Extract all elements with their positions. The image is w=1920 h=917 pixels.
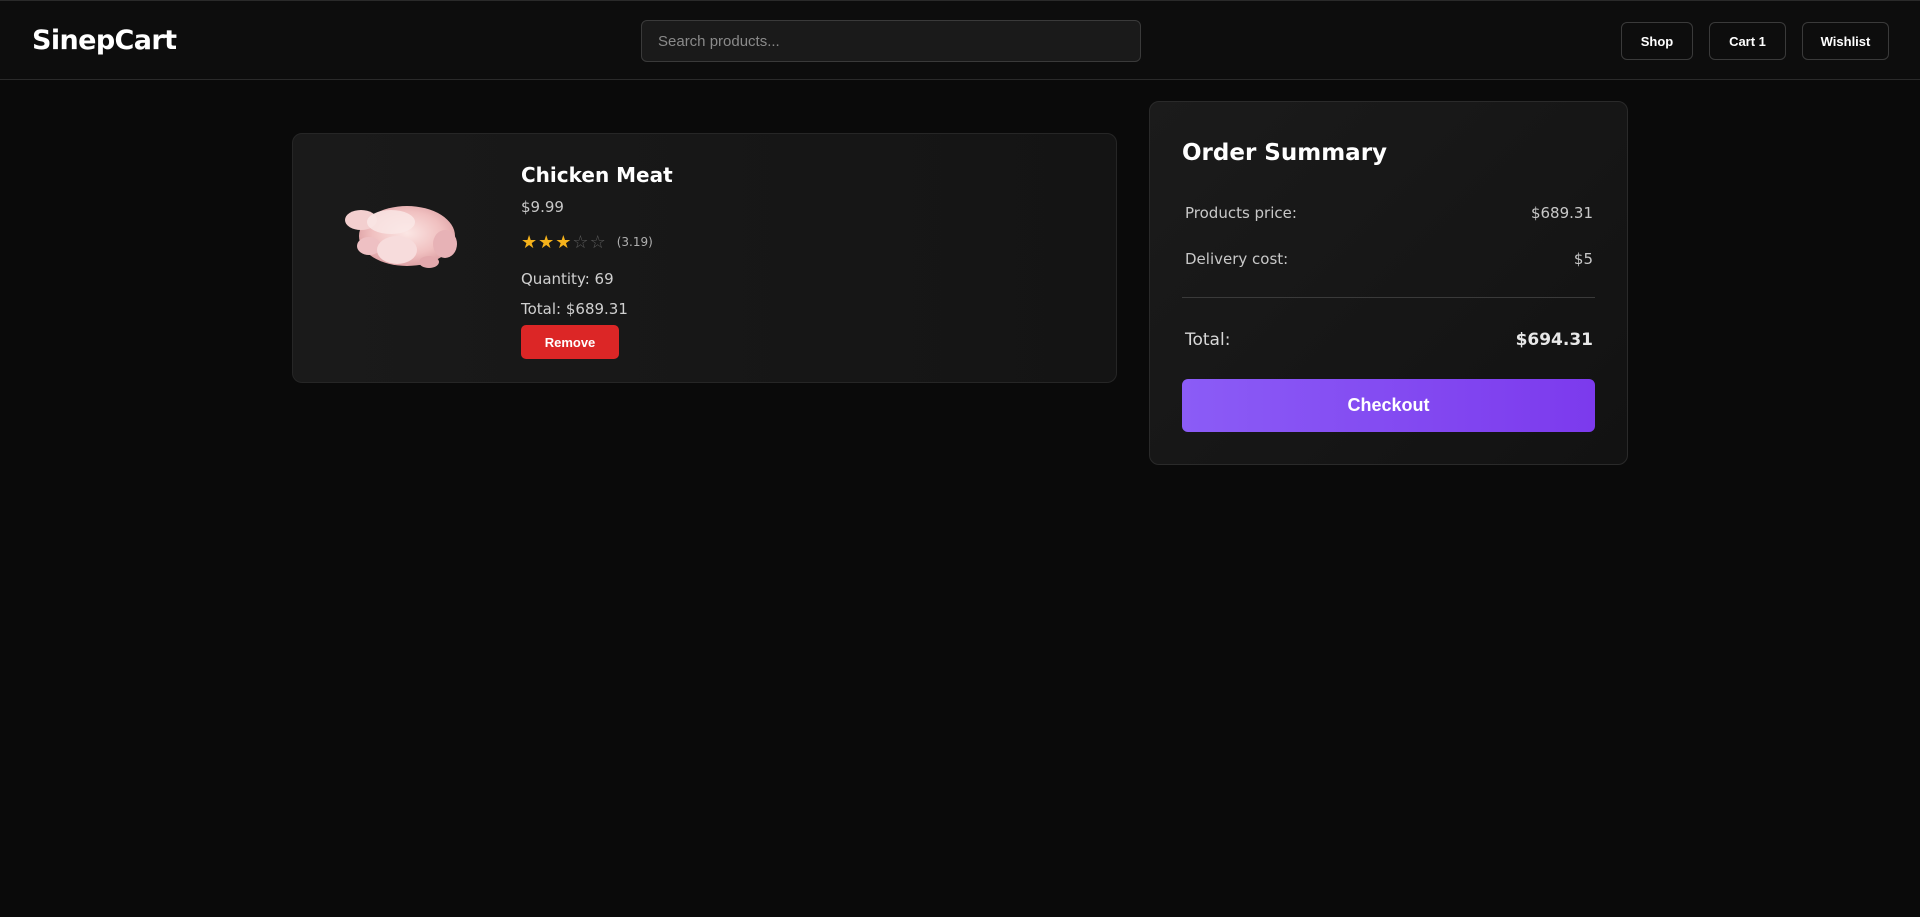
search-input[interactable] — [641, 20, 1141, 62]
site-logo[interactable]: SinepCart — [32, 25, 177, 56]
products-price-value: $689.31 — [1530, 204, 1593, 222]
products-price-label: Products price: — [1185, 204, 1297, 222]
wishlist-button[interactable]: Wishlist — [1802, 22, 1889, 60]
item-total: Total: $689.31 — [521, 300, 628, 318]
summary-divider — [1182, 297, 1595, 298]
total-value: $694.31 — [1515, 330, 1593, 350]
star-empty-icon: ☆ — [572, 232, 589, 252]
products-price-row: Products price: $689.31 — [1185, 204, 1593, 222]
rating-value: (3.19) — [616, 235, 653, 249]
rating-stars: ★ ★ ★ ☆ ☆ (3.19) — [521, 233, 653, 251]
remove-button[interactable]: Remove — [521, 325, 619, 359]
total-row: Total: $694.31 — [1185, 330, 1593, 350]
cart-button[interactable]: Cart 1 — [1709, 22, 1786, 60]
product-name[interactable]: Chicken Meat — [521, 163, 673, 187]
delivery-cost-value: $5 — [1573, 250, 1593, 268]
star-filled-icon: ★ — [555, 232, 572, 252]
raw-chicken-image — [333, 184, 473, 284]
star-empty-icon: ☆ — [589, 232, 606, 252]
order-summary-panel: Order Summary Products price: $689.31 De… — [1149, 101, 1628, 465]
total-label: Total: — [1185, 330, 1231, 350]
shop-button[interactable]: Shop — [1621, 22, 1693, 60]
cart-item-card: Chicken Meat $9.99 ★ ★ ★ ☆ ☆ (3.19) Quan… — [292, 133, 1117, 383]
top-navbar: SinepCart Shop Cart 1 Wishlist — [0, 0, 1920, 80]
delivery-cost-row: Delivery cost: $5 — [1185, 250, 1593, 268]
checkout-button[interactable]: Checkout — [1182, 379, 1595, 432]
delivery-cost-label: Delivery cost: — [1185, 250, 1289, 268]
product-price: $9.99 — [521, 198, 564, 216]
star-filled-icon: ★ — [538, 232, 555, 252]
order-summary-title: Order Summary — [1182, 140, 1388, 166]
item-quantity: Quantity: 69 — [521, 270, 614, 288]
star-filled-icon: ★ — [521, 232, 538, 252]
